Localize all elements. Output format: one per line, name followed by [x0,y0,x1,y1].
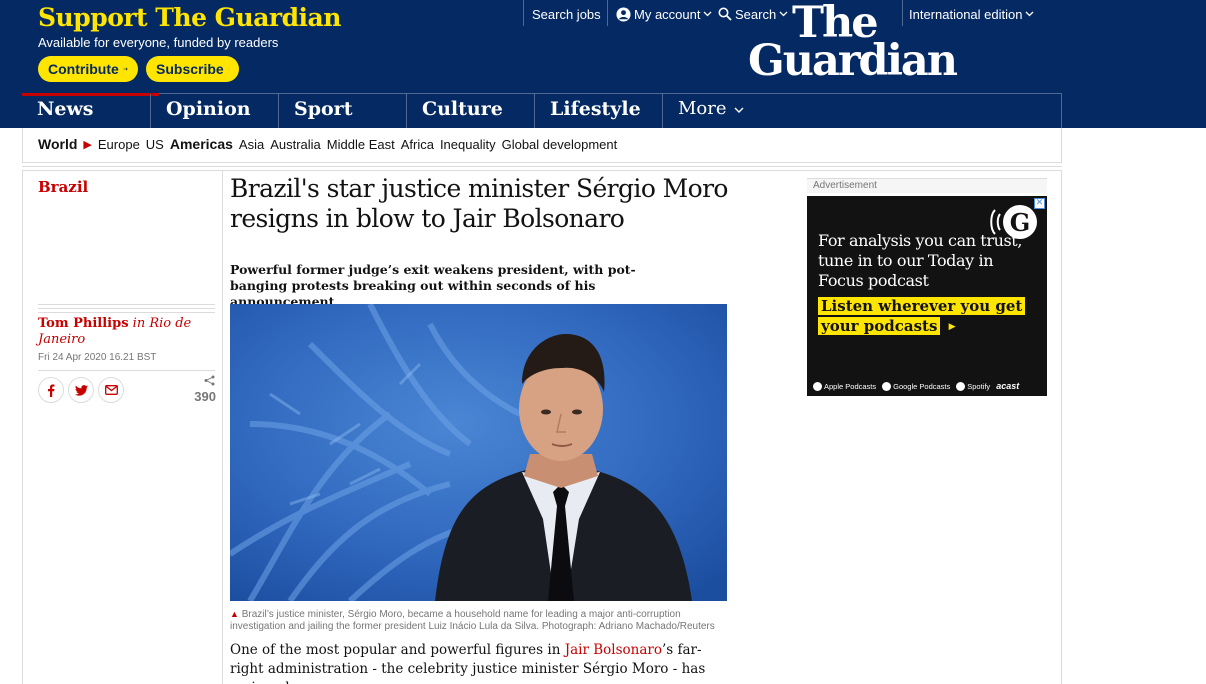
subnav-item-us[interactable]: US [146,137,164,152]
arrow-circle-icon: ▶ [945,320,959,334]
sub-nav-list: World ▶ Europe US Americas Asia Australi… [38,136,623,152]
ad-cta-text: Listen wherever you get your podcasts [818,297,1026,335]
facebook-icon [48,384,55,397]
author-link[interactable]: Tom Phillips [38,316,129,331]
publish-date: Fri 24 Apr 2020 16.21 BST [38,352,157,363]
body-text: One of the most popular and powerful fig… [230,642,565,658]
contribute-button[interactable]: Contribute [38,56,138,82]
chevron-down-icon [1026,11,1034,17]
platform-label: Apple Podcasts [824,381,877,391]
divider [38,308,215,309]
nav-label: Opinion [166,98,251,120]
chevron-down-icon [704,11,712,17]
subnav-item-global-development[interactable]: Global development [502,137,618,152]
share-facebook-button[interactable] [38,377,64,403]
ad-platforms: Apple Podcasts Google Podcasts Spotify a… [813,381,1025,391]
article-container: Brazil Tom Phillips in Rio de Janeiro Fr… [22,171,1062,684]
caption-text: Brazil’s justice minister, Sérgio Moro, … [230,609,715,632]
arrow-right-icon [227,68,229,70]
support-subtitle: Available for everyone, funded by reader… [38,35,279,50]
email-icon [104,385,118,395]
divider [22,166,1062,167]
platform-apple-podcasts: Apple Podcasts [813,381,877,391]
search-icon [718,7,732,21]
sergio-moro-photo [230,304,727,601]
body-link-jair-bolsonaro[interactable]: Jair Bolsonaro [565,642,662,658]
guardian-logo[interactable]: The Guardian [748,1,988,86]
spotify-icon [956,381,966,391]
nav-label: News [37,98,94,120]
subnav-item-australia[interactable]: Australia [270,137,321,152]
article-standfirst: Powerful former judge’s exit weakens pre… [230,262,636,309]
share-twitter-button[interactable] [68,377,94,403]
triangle-up-icon: ▲ [230,609,239,619]
nav-label: Lifestyle [550,98,641,120]
support-title[interactable]: Support The Guardian [38,3,341,32]
article-main-image [230,304,727,601]
subnav-item-asia[interactable]: Asia [239,137,264,152]
section-label[interactable]: Brazil [38,178,88,196]
share-email-button[interactable] [98,377,124,403]
divider [523,0,524,26]
platform-acast: acast [996,381,1019,391]
user-icon [616,6,631,22]
chevron-down-icon [734,107,744,113]
nav-active-bar [22,93,159,96]
twitter-icon [74,384,88,396]
search-jobs-label: Search jobs [532,6,601,22]
platform-google-podcasts: Google Podcasts [882,381,951,391]
sub-nav: World ▶ Europe US Americas Asia Australi… [22,128,1062,162]
nav-label: Culture [422,98,503,120]
triangle-right-icon: ▶ [83,138,92,151]
image-caption: ▲ Brazil’s justice minister, Sérgio Moro… [230,608,730,633]
subnav-item-europe[interactable]: Europe [98,137,140,152]
nav-label: Sport [294,98,353,120]
nav-item-more[interactable]: More [662,94,782,128]
platform-spotify: Spotify [956,381,991,391]
nav-label: More [678,98,727,119]
logo-line-2: Guardian [748,36,958,86]
platform-label: acast [996,381,1020,391]
advertisement-label: Advertisement [807,178,1047,193]
divider [607,0,608,26]
header: Support The Guardian Available for every… [0,0,1206,128]
ad-cta[interactable]: Listen wherever you get your podcasts ▶ [818,296,1047,336]
my-account-link[interactable]: My account [616,5,712,23]
apple-podcasts-icon [813,381,822,391]
podcast-advertisement[interactable]: ✕ G For analysis you can trust, tune in … [807,196,1047,396]
nav-item-culture[interactable]: Culture [406,94,534,128]
search-jobs-link[interactable]: Search jobs [532,5,601,23]
subnav-item-inequality[interactable]: Inequality [440,137,496,152]
divider [222,171,223,684]
byline: Tom Phillips in Rio de Janeiro [38,316,215,348]
share-count: 390 [194,389,216,404]
platform-label: Spotify [967,381,991,391]
share-icon [204,375,215,386]
contribute-label: Contribute [48,61,119,77]
subnav-item-middle-east[interactable]: Middle East [327,137,395,152]
arrow-right-icon [123,67,128,71]
subscribe-label: Subscribe [156,61,224,77]
nav-item-lifestyle[interactable]: Lifestyle [534,94,662,128]
subscribe-button[interactable]: Subscribe [146,56,239,82]
divider [22,162,1062,163]
article-headline: Brazil's star justice minister Sérgio Mo… [230,174,728,233]
google-podcasts-icon [882,381,892,391]
article-body: One of the most popular and powerful fig… [230,641,730,684]
subnav-item-africa[interactable]: Africa [401,137,434,152]
divider [38,304,215,305]
main-nav: News Opinion Sport Culture Lifestyle Mor… [22,93,1062,128]
nav-item-opinion[interactable]: Opinion [150,94,278,128]
my-account-label: My account [634,6,701,22]
ad-text: For analysis you can trust, tune in to o… [818,231,1023,290]
subnav-item-world[interactable]: World [38,136,77,152]
platform-label: Google Podcasts [893,381,951,391]
nav-item-sport[interactable]: Sport [278,94,406,128]
subnav-item-americas[interactable]: Americas [170,136,233,152]
divider [38,312,215,313]
divider [38,370,215,371]
nav-item-news[interactable]: News [22,93,159,128]
